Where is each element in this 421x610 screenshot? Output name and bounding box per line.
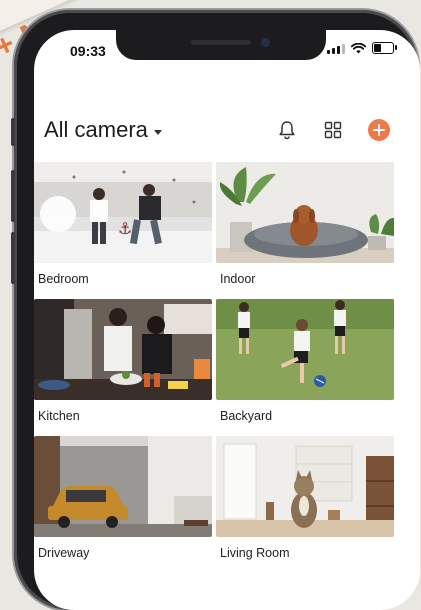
signal-icon (327, 43, 345, 54)
camera-name: Living Room (220, 546, 290, 560)
camera-name: Kitchen (38, 409, 80, 423)
camera-thumbnail-living-room (216, 436, 394, 537)
status-icons (327, 42, 397, 54)
volume-down-button (11, 232, 15, 284)
camera-group-selector[interactable]: All camera (44, 117, 162, 143)
wifi-icon (351, 42, 366, 53)
phone-frame: 09:33 All camera ⚓ Bedroom Indoor Kitche… (11, 10, 420, 610)
status-time: 09:33 (70, 43, 106, 59)
camera-thumbnail-bedroom: ⚓ (34, 162, 212, 263)
camera-card-bedroom[interactable]: ⚓ Bedroom (34, 162, 212, 293)
camera-grid: ⚓ Bedroom Indoor Kitchen Backyard Drivew… (34, 162, 396, 567)
header-actions (276, 119, 396, 141)
camera-card-kitchen[interactable]: Kitchen (34, 299, 212, 430)
camera-name: Bedroom (38, 272, 89, 286)
notch (116, 30, 326, 60)
camera-name: Indoor (220, 272, 256, 286)
mute-switch (11, 118, 15, 146)
camera-thumbnail-driveway (34, 436, 212, 537)
chevron-down-icon (153, 129, 162, 135)
camera-name: Backyard (220, 409, 273, 423)
speaker-grille (191, 40, 251, 45)
bell-icon (279, 121, 295, 140)
volume-up-button (11, 170, 15, 222)
camera-card-indoor[interactable]: Indoor (216, 162, 394, 293)
camera-card-living-room[interactable]: Living Room (216, 436, 394, 567)
notifications-button[interactable] (276, 119, 298, 141)
layout-grid-button[interactable] (322, 119, 344, 141)
plus-icon (373, 124, 385, 136)
camera-name: Driveway (38, 546, 90, 560)
page-title: All camera (44, 117, 148, 142)
camera-card-driveway[interactable]: Driveway (34, 436, 212, 567)
svg-text:⚓: ⚓ (118, 219, 132, 238)
add-camera-button[interactable] (368, 119, 390, 141)
camera-thumbnail-indoor (216, 162, 394, 263)
app-screen: 09:33 All camera ⚓ Bedroom Indoor Kitche… (34, 30, 420, 610)
front-camera (261, 38, 270, 47)
camera-thumbnail-backyard (216, 299, 394, 400)
app-header: All camera (44, 110, 396, 150)
camera-card-backyard[interactable]: Backyard (216, 299, 394, 430)
grid-icon (324, 121, 342, 139)
battery-icon (372, 42, 397, 54)
camera-thumbnail-kitchen (34, 299, 212, 400)
